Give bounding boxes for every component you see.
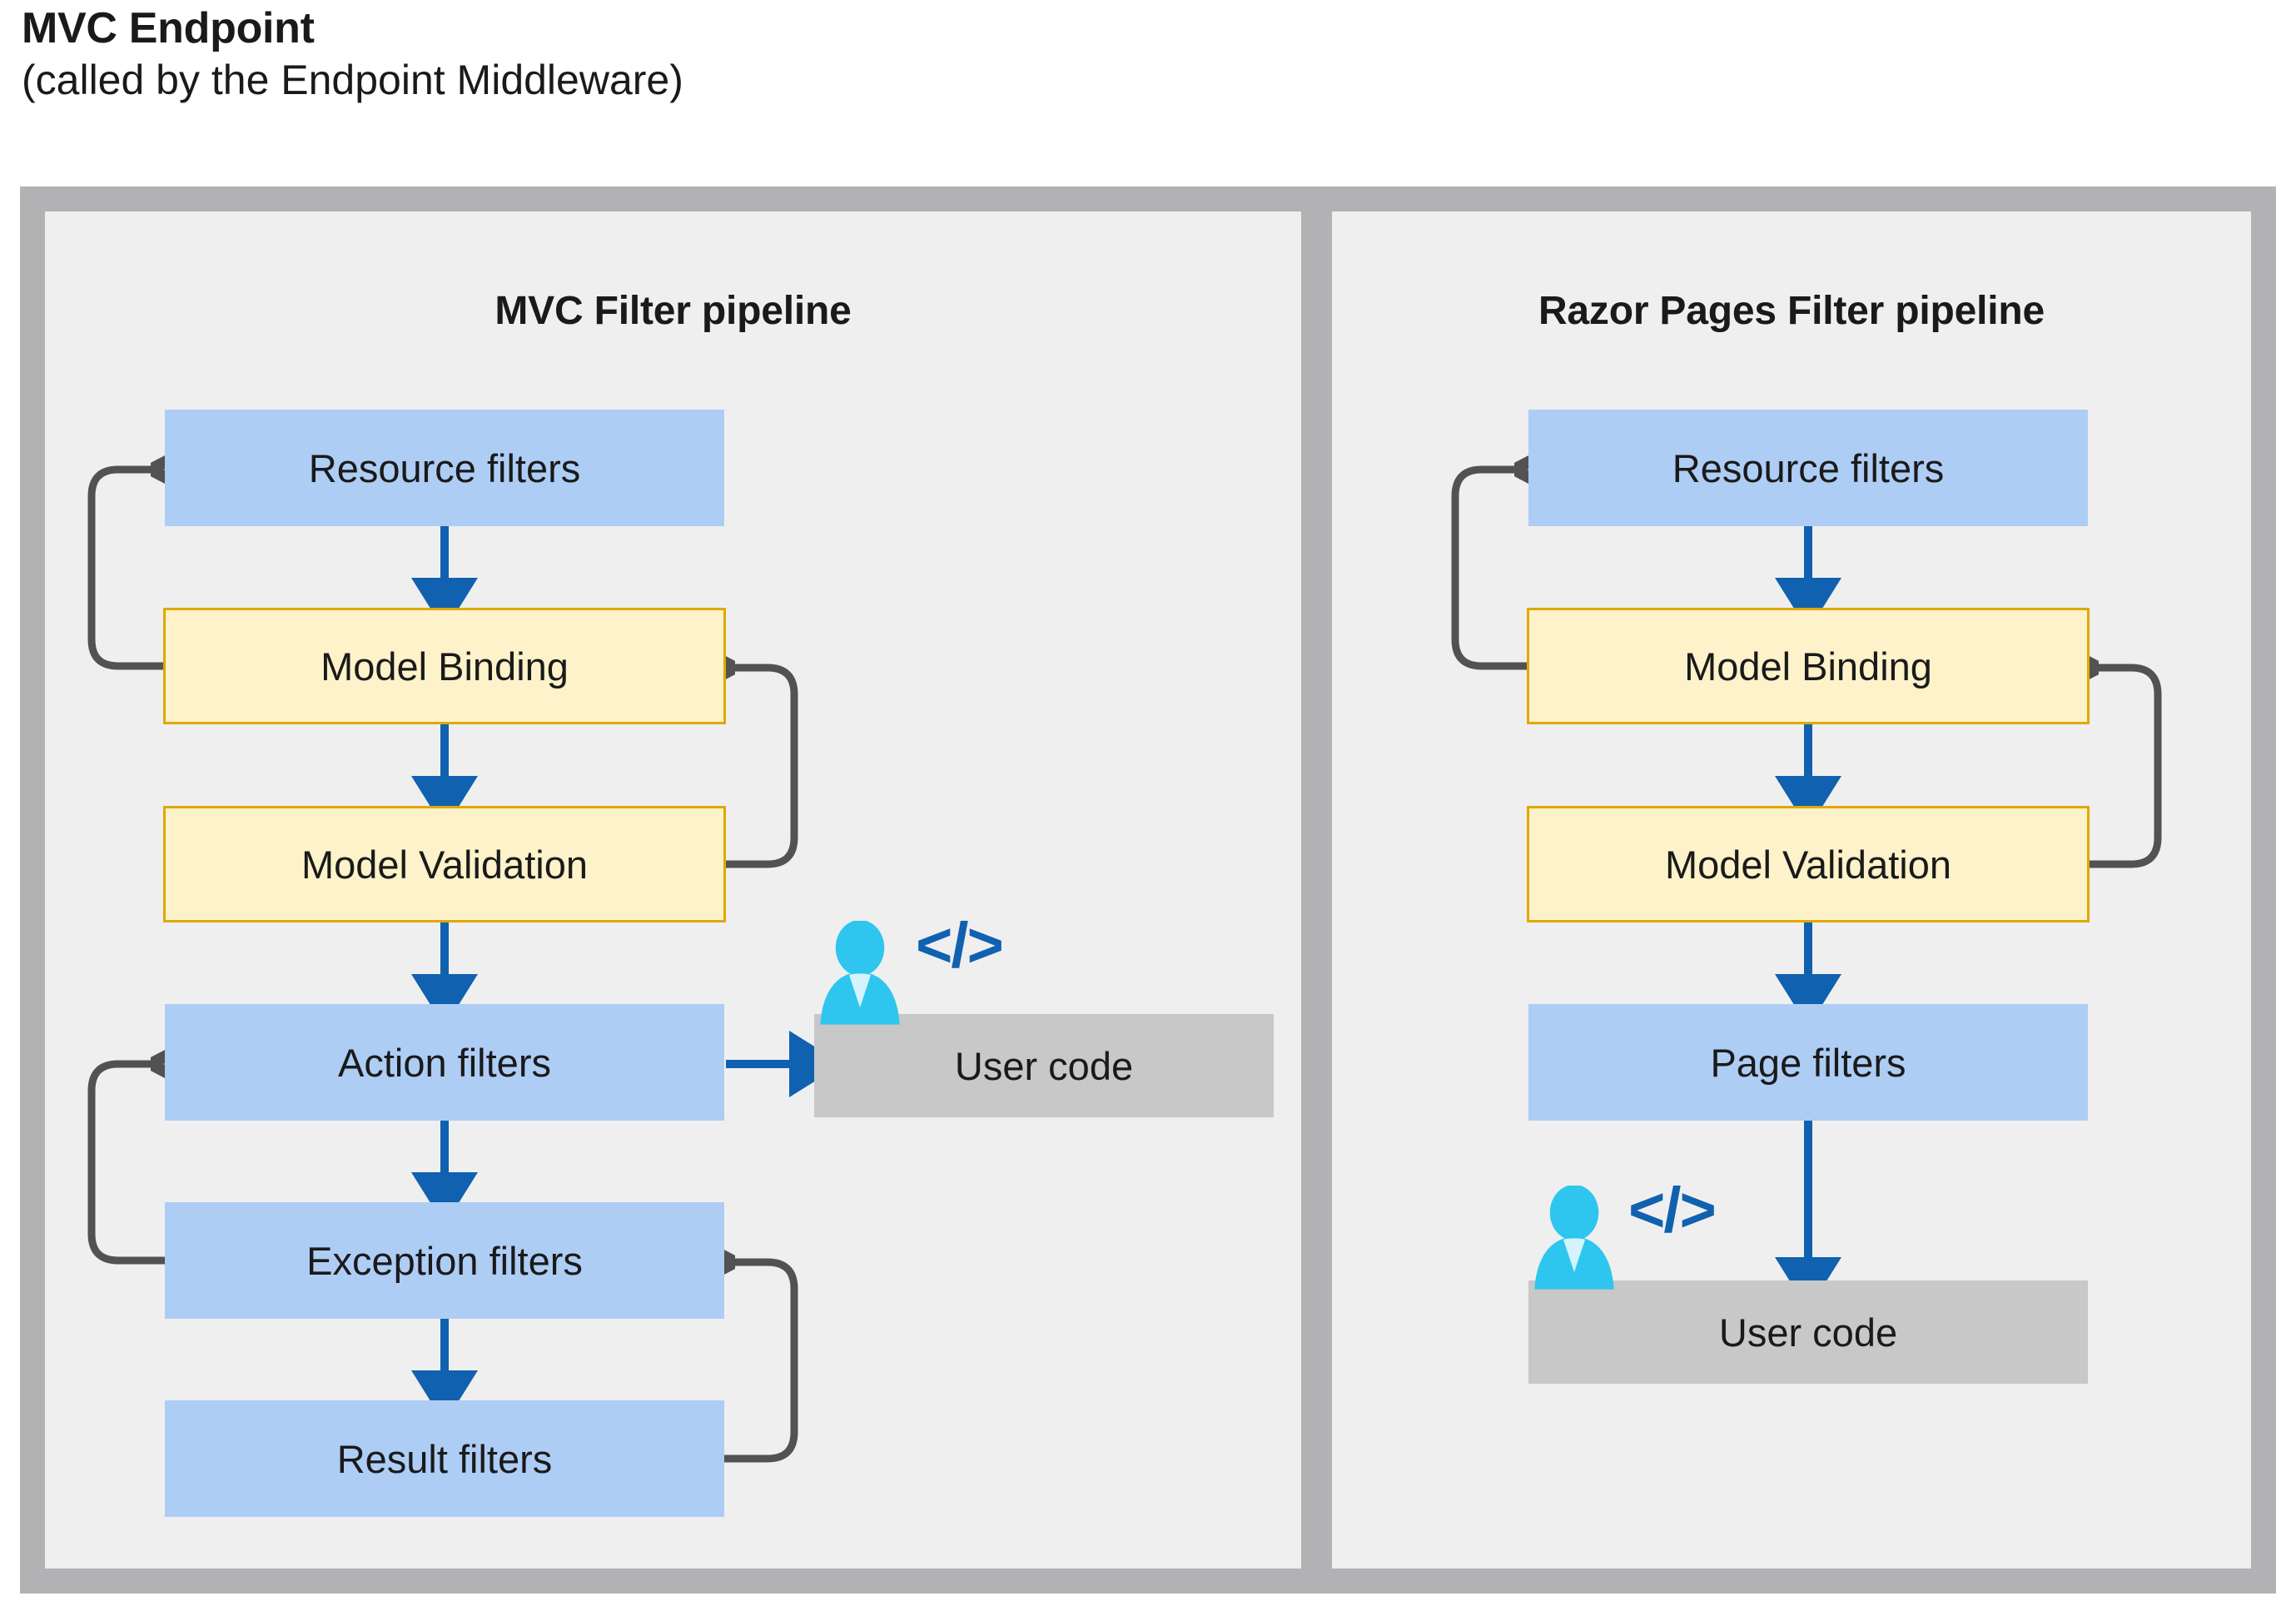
node-label: Model Binding <box>1684 644 1932 689</box>
node-mvc-user-code[interactable]: User code <box>814 1014 1274 1117</box>
page-subtitle: (called by the Endpoint Middleware) <box>22 57 683 104</box>
node-label: Model Validation <box>1664 842 1951 887</box>
node-razor-user-code[interactable]: User code <box>1528 1280 2088 1384</box>
diagram-heading: MVC Endpoint (called by the Endpoint Mid… <box>22 5 1687 103</box>
node-mvc-result-filters[interactable]: Result filters <box>165 1400 724 1517</box>
razor-panel-title: Razor Pages Filter pipeline <box>1538 289 2045 333</box>
page-title: MVC Endpoint <box>22 4 315 52</box>
node-razor-resource-filters[interactable]: Resource filters <box>1528 410 2088 526</box>
node-label: Model Validation <box>301 842 588 887</box>
node-label: User code <box>1718 1310 1898 1355</box>
node-label: Result filters <box>336 1436 553 1481</box>
mvc-panel-title: MVC Filter pipeline <box>494 289 852 333</box>
node-mvc-model-binding[interactable]: Model Binding <box>163 608 726 724</box>
node-label: Action filters <box>338 1040 551 1085</box>
node-label: Page filters <box>1710 1040 1906 1085</box>
node-razor-page-filters[interactable]: Page filters <box>1528 1004 2088 1121</box>
node-mvc-resource-filters[interactable]: Resource filters <box>165 410 724 526</box>
code-brackets-icon: </> <box>916 910 1004 981</box>
node-label: Model Binding <box>321 644 569 689</box>
person-icon <box>820 921 900 1025</box>
person-icon <box>1534 1186 1614 1290</box>
node-label: Resource filters <box>308 445 581 490</box>
code-brackets-icon: </> <box>1628 1175 1717 1246</box>
node-razor-model-binding[interactable]: Model Binding <box>1527 608 2090 724</box>
node-label: User code <box>954 1043 1134 1088</box>
node-mvc-exception-filters[interactable]: Exception filters <box>165 1202 724 1319</box>
node-razor-model-validation[interactable]: Model Validation <box>1527 806 2090 922</box>
node-label: Resource filters <box>1672 445 1945 490</box>
node-mvc-action-filters[interactable]: Action filters <box>165 1004 724 1121</box>
node-label: Exception filters <box>306 1238 583 1283</box>
node-mvc-model-validation[interactable]: Model Validation <box>163 806 726 922</box>
